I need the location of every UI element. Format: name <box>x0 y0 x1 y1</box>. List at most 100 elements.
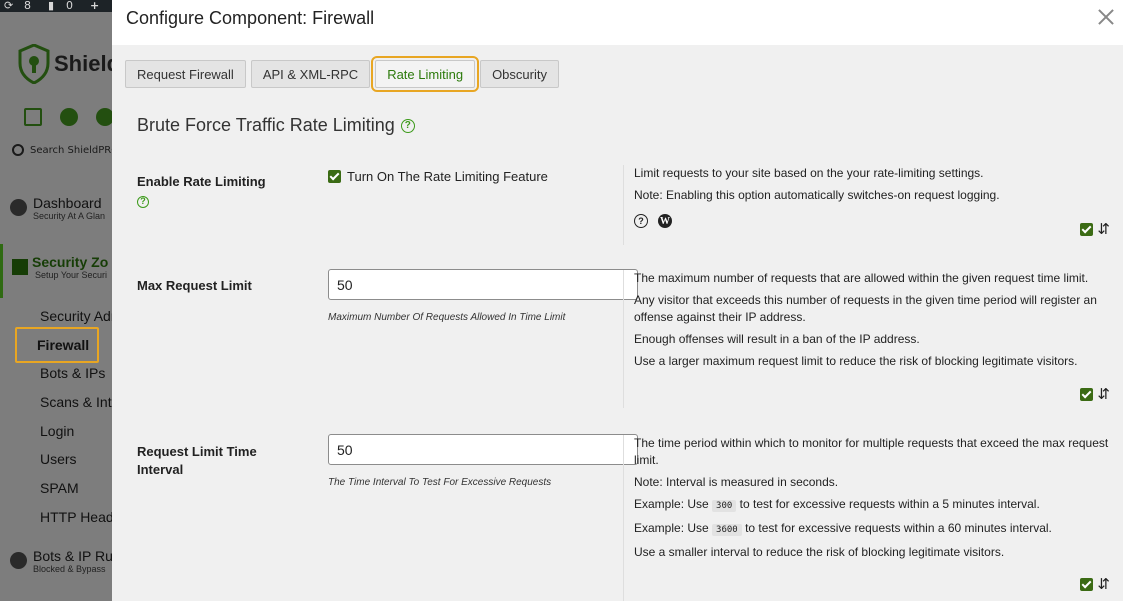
configure-component-modal: Configure Component: Firewall Request Fi… <box>112 0 1123 601</box>
help-icon[interactable]: ? <box>400 118 415 133</box>
tab-rate-limiting[interactable]: Rate Limiting <box>371 56 480 92</box>
description-links: ? W <box>634 214 1112 228</box>
bots-rules-icon <box>10 552 27 569</box>
bots-rules-title: Bots & IP Ru <box>33 548 112 564</box>
option-row-request-limit-time-interval: Request Limit Time Interval The Time Int… <box>137 434 1112 601</box>
new-content-icon[interactable]: + <box>90 0 99 12</box>
tab-obscurity[interactable]: Obscurity <box>480 60 559 88</box>
option-control: Turn On The Rate Limiting Feature <box>328 169 548 184</box>
option-description: The maximum number of requests that are … <box>623 270 1112 408</box>
sidebar-sub-firewall[interactable]: Firewall <box>15 327 99 363</box>
description-line: The time period within which to monitor … <box>634 436 1109 467</box>
description-line: Limit requests to your site based on the… <box>634 166 984 180</box>
sidebar-sub-login[interactable]: Login <box>40 423 74 439</box>
example-code: 3600 <box>712 524 742 536</box>
description-line: Note: Enabling this option automatically… <box>634 188 1000 202</box>
option-label: Max Request Limit <box>137 278 252 293</box>
section-title-text: Brute Force Traffic Rate Limiting <box>137 115 395 135</box>
option-control: Maximum Number Of Requests Allowed In Ti… <box>328 269 638 323</box>
quick-links <box>24 108 112 126</box>
example-prefix: Example: Use <box>634 497 709 511</box>
plugin-sidebar: Shield Search ShieldPRO Dashboard Securi… <box>0 12 112 601</box>
sidebar-item-bots-rules[interactable]: Bots & IP Ru Blocked & Bypass <box>0 548 112 574</box>
option-row-max-request-limit: Max Request Limit Maximum Number Of Requ… <box>137 269 1112 408</box>
security-zones-icon <box>12 259 28 275</box>
sidebar-sub-security-admin[interactable]: Security Adm <box>40 308 112 324</box>
logo-text: Shield <box>54 51 112 76</box>
security-zones-subtitle: Setup Your Securi <box>35 270 108 280</box>
option-actions: ⇵ <box>1080 222 1110 237</box>
sidebar-sub-http-headers[interactable]: HTTP Heade <box>40 509 112 525</box>
sidebar-sub-bots-ips[interactable]: Bots & IPs <box>40 365 105 381</box>
option-actions: ⇵ <box>1080 577 1110 592</box>
input-hint: The Time Interval To Test For Excessive … <box>328 477 552 488</box>
sidebar-sub-scans[interactable]: Scans & Inte <box>40 394 112 410</box>
sidebar-search[interactable]: Search ShieldPRO <box>12 144 112 156</box>
option-description: Limit requests to your site based on the… <box>623 165 1112 245</box>
sort-arrows-icon[interactable]: ⇵ <box>1097 222 1110 237</box>
home-icon[interactable] <box>24 108 42 126</box>
sort-arrows-icon[interactable]: ⇵ <box>1097 387 1110 402</box>
sidebar-item-security-zones[interactable]: Security Zo Setup Your Securi <box>0 244 112 298</box>
modal-title: Configure Component: Firewall <box>126 8 375 28</box>
option-enabled-checkbox[interactable] <box>1080 388 1094 401</box>
description-example: Example: Use 300 to test for excessive r… <box>634 496 1112 515</box>
time-interval-input[interactable] <box>328 434 638 465</box>
security-zones-title: Security Zo <box>32 254 109 270</box>
search-text: Search ShieldPRO <box>30 144 112 156</box>
option-enabled-checkbox[interactable] <box>1080 223 1094 236</box>
option-tabs: Request Firewall API & XML-RPC Rate Limi… <box>125 56 559 92</box>
bots-rules-subtitle: Blocked & Bypass <box>33 564 106 574</box>
question-circle-icon[interactable]: ? <box>634 214 648 228</box>
description-line: Any visitor that exceeds this number of … <box>634 293 1097 324</box>
checkbox-label: Turn On The Rate Limiting Feature <box>347 169 548 184</box>
example-suffix: to test for excessive requests within a … <box>745 521 1052 535</box>
help-icon[interactable]: ? <box>137 195 149 208</box>
wordpress-icon[interactable]: W <box>658 214 672 228</box>
description-example: Example: Use 3600 to test for excessive … <box>634 520 1112 539</box>
max-request-limit-input[interactable] <box>328 269 638 300</box>
example-prefix: Example: Use <box>634 521 709 535</box>
search-icon <box>12 144 24 156</box>
wordpress-icon[interactable] <box>96 108 112 126</box>
updates-count: 8 <box>24 0 31 12</box>
close-icon[interactable] <box>1095 6 1117 28</box>
sidebar-sub-spam[interactable]: SPAM <box>40 480 79 496</box>
option-control: The Time Interval To Test For Excessive … <box>328 434 638 488</box>
updates-icon[interactable]: ⟳ <box>4 0 13 12</box>
description-line: The maximum number of requests that are … <box>634 271 1089 285</box>
shield-logo-icon <box>18 44 50 84</box>
option-label: Request Limit Time Interval <box>137 444 257 477</box>
option-label: Enable Rate Limiting ? <box>137 173 287 209</box>
sidebar-sub-firewall-label: Firewall <box>37 337 90 353</box>
facebook-icon[interactable] <box>60 108 78 126</box>
sidebar-sub-users[interactable]: Users <box>40 451 77 467</box>
option-row-enable-rate-limiting: Enable Rate Limiting ? Turn On The Rate … <box>137 165 1112 245</box>
example-suffix: to test for excessive requests within a … <box>739 497 1040 511</box>
option-actions: ⇵ <box>1080 387 1110 402</box>
modal-header: Configure Component: Firewall <box>112 0 1123 45</box>
tab-api-xml-rpc[interactable]: API & XML-RPC <box>250 60 371 88</box>
admin-top-bar: ⟳ 8 ▮ 0 + <box>0 0 112 12</box>
dashboard-subtitle: Security At A Glan <box>33 211 106 221</box>
tab-request-firewall[interactable]: Request Firewall <box>125 60 246 88</box>
example-code: 300 <box>712 500 737 512</box>
sidebar-item-dashboard[interactable]: Dashboard Security At A Glan <box>0 195 112 221</box>
description-line: Use a larger maximum request limit to re… <box>634 354 1078 368</box>
section-title: Brute Force Traffic Rate Limiting ? <box>137 115 415 136</box>
option-description: The time period within which to monitor … <box>623 435 1112 601</box>
comments-icon[interactable]: ▮ <box>48 0 54 12</box>
description-line: Enough offenses will result in a ban of … <box>634 332 920 346</box>
dashboard-icon <box>10 199 27 216</box>
input-hint: Maximum Number Of Requests Allowed In Ti… <box>328 312 566 323</box>
enable-rate-limiting-checkbox[interactable]: Turn On The Rate Limiting Feature <box>328 169 548 184</box>
option-enabled-checkbox[interactable] <box>1080 578 1094 591</box>
description-line: Note: Interval is measured in seconds. <box>634 475 839 489</box>
sort-arrows-icon[interactable]: ⇵ <box>1097 577 1110 592</box>
dashboard-title: Dashboard <box>33 195 102 211</box>
checkbox-checked-icon[interactable] <box>328 170 341 183</box>
shield-logo[interactable]: Shield <box>18 44 112 84</box>
option-label-text: Enable Rate Limiting <box>137 174 266 189</box>
description-line: Use a smaller interval to reduce the ris… <box>634 545 1005 559</box>
comments-count: 0 <box>66 0 73 12</box>
